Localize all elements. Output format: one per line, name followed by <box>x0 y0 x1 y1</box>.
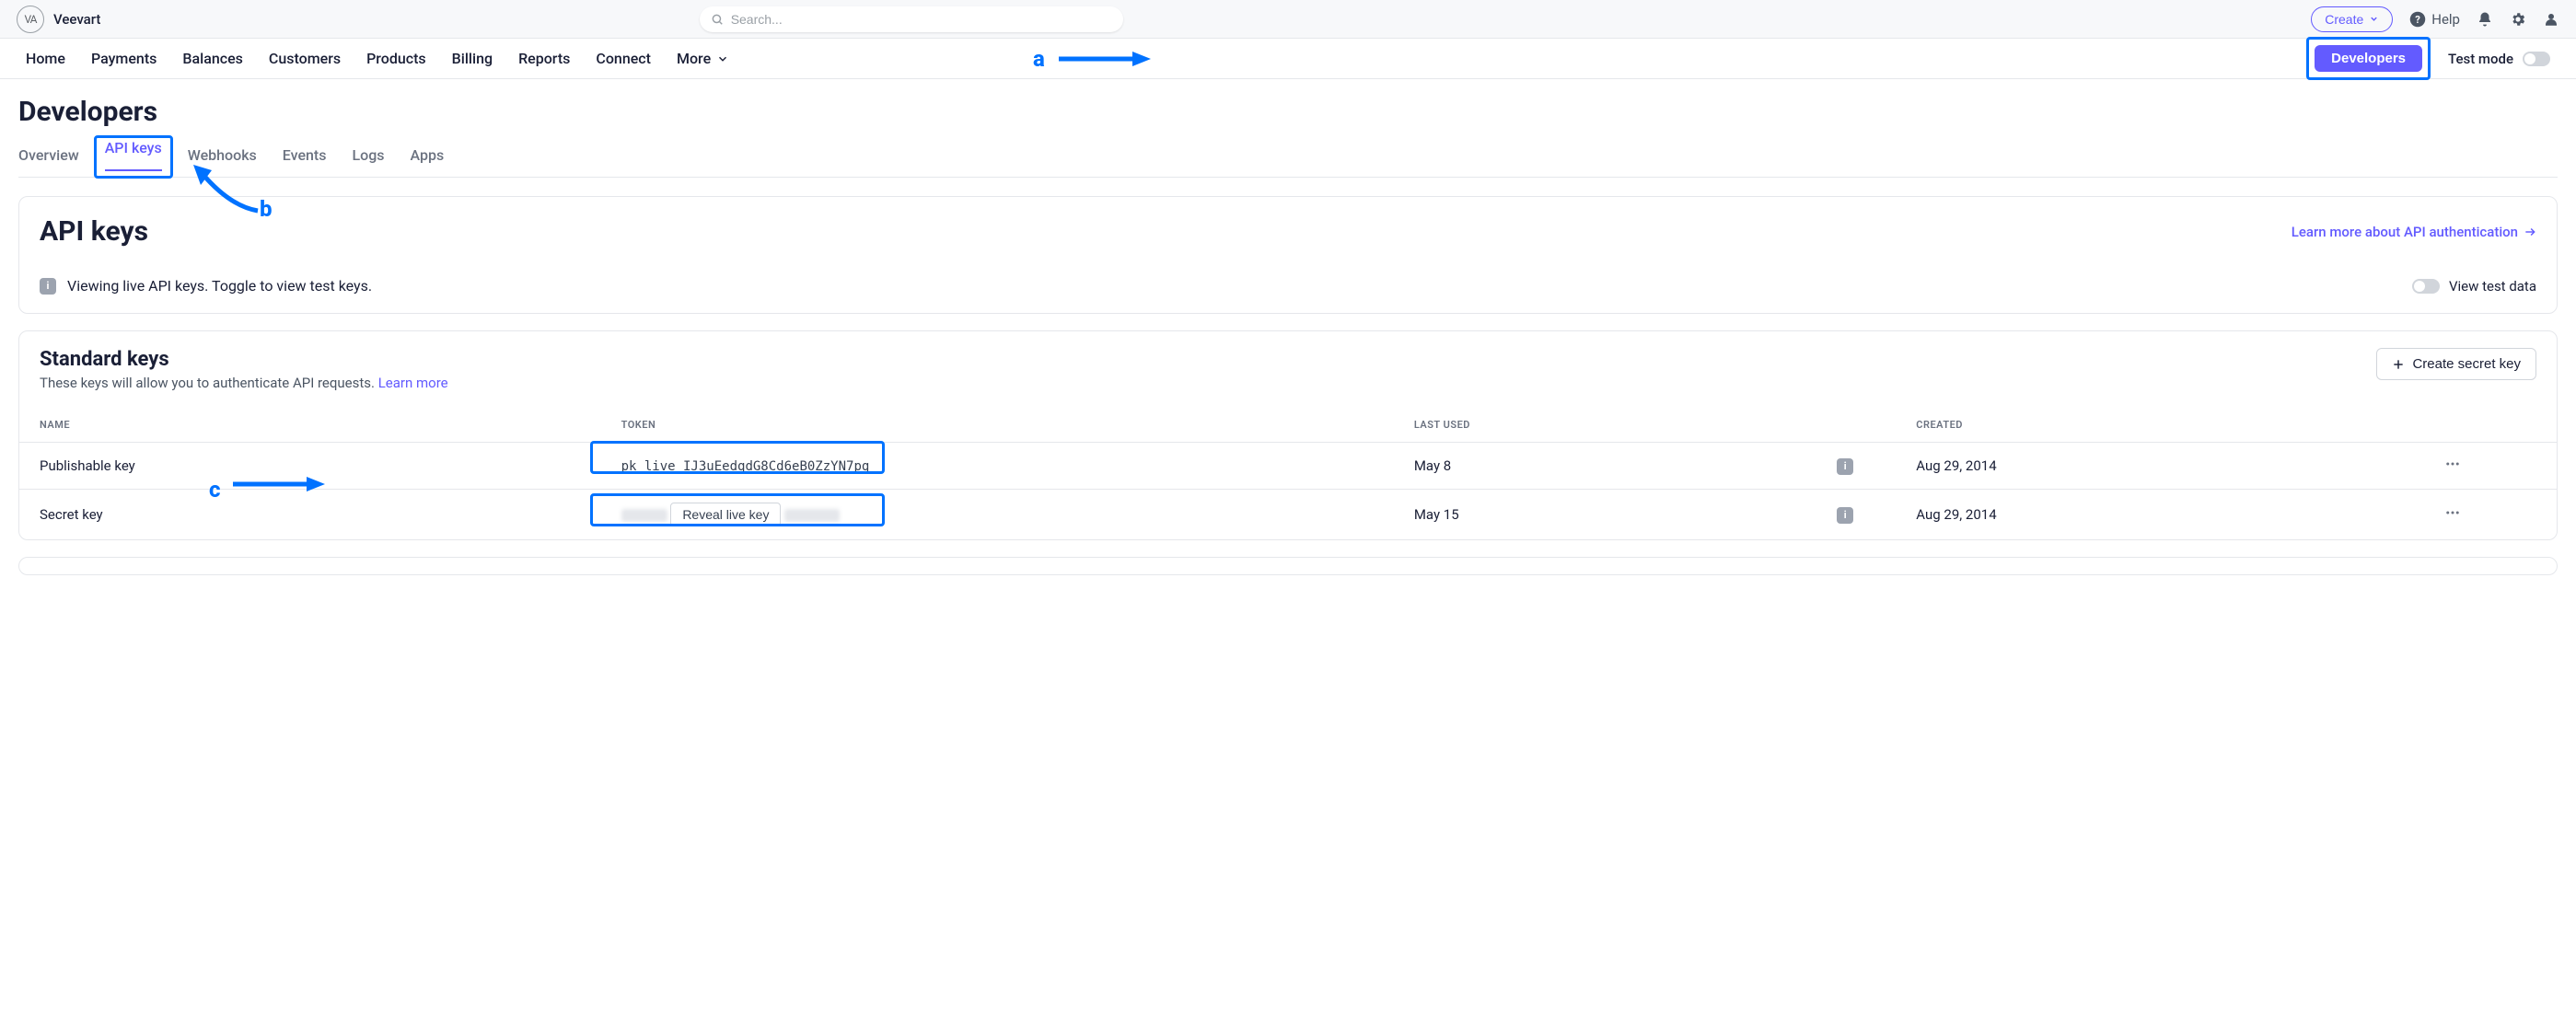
help-label: Help <box>2431 11 2460 28</box>
info-icon: i <box>40 278 56 295</box>
create-button-label: Create <box>2325 12 2363 27</box>
key-created: Aug 29, 2014 <box>1896 490 2424 540</box>
brand-name: Veevart <box>53 11 100 28</box>
col-name: NAME <box>19 408 601 443</box>
notifications-icon[interactable] <box>2477 11 2493 28</box>
topbar-right: Create ? Help <box>2311 6 2559 32</box>
tab-events[interactable]: Events <box>283 139 327 177</box>
info-icon: i <box>1837 458 1853 475</box>
table-row: Publishable key pk_live_IJ3uEedqdG8Cd6eB… <box>19 443 2557 490</box>
key-created: Aug 29, 2014 <box>1896 443 2424 490</box>
page-title: Developers <box>18 96 2558 128</box>
key-name: Publishable key <box>19 443 601 490</box>
publishable-key-token[interactable]: pk_live_IJ3uEedqdG8Cd6eB0ZzYN7pq <box>621 459 870 474</box>
notice-text: Viewing live API keys. Toggle to view te… <box>67 277 372 295</box>
annotation-arrow-a <box>1059 46 1151 72</box>
sub-tabs: Overview API keys Webhooks Events Logs A… <box>18 139 2558 178</box>
table-row: Secret key Reveal live key May 15 i Aug … <box>19 490 2557 540</box>
col-last-used: LAST USED <box>1394 408 1816 443</box>
more-horizontal-icon <box>2444 456 2461 472</box>
developers-button[interactable]: Developers <box>2315 45 2422 72</box>
chevron-down-icon <box>716 52 729 65</box>
standard-keys-subtext: These keys will allow you to authenticat… <box>40 375 448 391</box>
reveal-live-key-button[interactable]: Reveal live key <box>670 503 781 526</box>
nav-connect[interactable]: Connect <box>596 50 651 67</box>
search-container <box>700 6 1123 32</box>
api-keys-panel: API keys Learn more about API authentica… <box>18 196 2558 314</box>
tab-apps[interactable]: Apps <box>411 139 445 177</box>
notice-row: i Viewing live API keys. Toggle to view … <box>19 262 2557 313</box>
table-header-row: NAME TOKEN LAST USED CREATED <box>19 408 2557 443</box>
page-body: Developers Overview API keys Webhooks Ev… <box>0 79 2576 608</box>
topbar: VA Veevart Create ? Help <box>0 0 2576 39</box>
info-icon: i <box>1837 507 1853 524</box>
annotation-label-a: a <box>1033 46 1045 72</box>
col-created: CREATED <box>1896 408 2424 443</box>
nav-balances[interactable]: Balances <box>182 50 243 67</box>
main-nav: Home Payments Balances Customers Product… <box>0 39 2576 79</box>
help-link[interactable]: ? Help <box>2409 11 2460 28</box>
nav-more[interactable]: More <box>677 50 729 67</box>
tab-overview[interactable]: Overview <box>18 139 79 177</box>
view-test-toggle[interactable] <box>2412 279 2440 294</box>
hidden-token-blur <box>621 509 667 522</box>
brand-logo: VA <box>17 6 44 33</box>
learn-more-link[interactable]: Learn more <box>378 375 448 391</box>
key-last-used: May 8 <box>1394 443 1816 490</box>
learn-authentication-label: Learn more about API authentication <box>2292 224 2518 240</box>
create-secret-key-button[interactable]: Create secret key <box>2376 348 2536 380</box>
standard-keys-panel: Standard keys These keys will allow you … <box>18 330 2558 540</box>
nav-billing[interactable]: Billing <box>452 50 493 67</box>
keys-table: NAME TOKEN LAST USED CREATED Publishable… <box>19 408 2557 539</box>
search-icon <box>711 13 724 26</box>
standard-keys-head: Standard keys These keys will allow you … <box>19 331 2557 391</box>
col-token: TOKEN <box>601 408 1394 443</box>
learn-authentication-link[interactable]: Learn more about API authentication <box>2292 224 2536 240</box>
row-actions-menu[interactable] <box>2424 443 2557 490</box>
standard-keys-heading: Standard keys <box>40 348 448 371</box>
api-keys-panel-head: API keys Learn more about API authentica… <box>19 197 2557 262</box>
key-last-used: May 15 <box>1394 490 1816 540</box>
create-button[interactable]: Create <box>2311 6 2393 32</box>
more-horizontal-icon <box>2444 504 2461 521</box>
nav-payments[interactable]: Payments <box>91 50 157 67</box>
tab-webhooks[interactable]: Webhooks <box>188 139 257 177</box>
standard-keys-subtext-text: These keys will allow you to authenticat… <box>40 375 378 391</box>
create-secret-key-label: Create secret key <box>2412 356 2521 372</box>
nav-home[interactable]: Home <box>26 50 65 67</box>
nav-customers[interactable]: Customers <box>269 50 341 67</box>
hidden-token-blur <box>784 509 840 522</box>
tab-logs[interactable]: Logs <box>353 139 385 177</box>
col-spacer <box>1816 408 1896 443</box>
col-actions <box>2424 408 2557 443</box>
svg-text:?: ? <box>2415 13 2420 25</box>
chevron-down-icon <box>2369 14 2379 24</box>
tab-api-keys[interactable]: API keys <box>105 132 162 171</box>
key-name: Secret key <box>19 490 601 540</box>
test-mode-label: Test mode <box>2448 51 2513 67</box>
settings-icon[interactable] <box>2510 11 2526 28</box>
empty-panel <box>18 557 2558 575</box>
view-test-label: View test data <box>2449 278 2536 295</box>
api-keys-heading: API keys <box>40 215 148 248</box>
test-mode-toggle[interactable] <box>2523 52 2550 66</box>
profile-icon[interactable] <box>2543 11 2559 28</box>
nav-more-label: More <box>677 50 711 67</box>
plus-icon <box>2392 358 2405 371</box>
nav-reports[interactable]: Reports <box>518 50 570 67</box>
arrow-right-icon <box>2524 225 2536 238</box>
help-icon: ? <box>2409 11 2426 28</box>
test-mode-toggle-group: Test mode <box>2448 51 2550 67</box>
nav-products[interactable]: Products <box>366 50 426 67</box>
search-input[interactable] <box>700 6 1123 32</box>
row-actions-menu[interactable] <box>2424 490 2557 540</box>
